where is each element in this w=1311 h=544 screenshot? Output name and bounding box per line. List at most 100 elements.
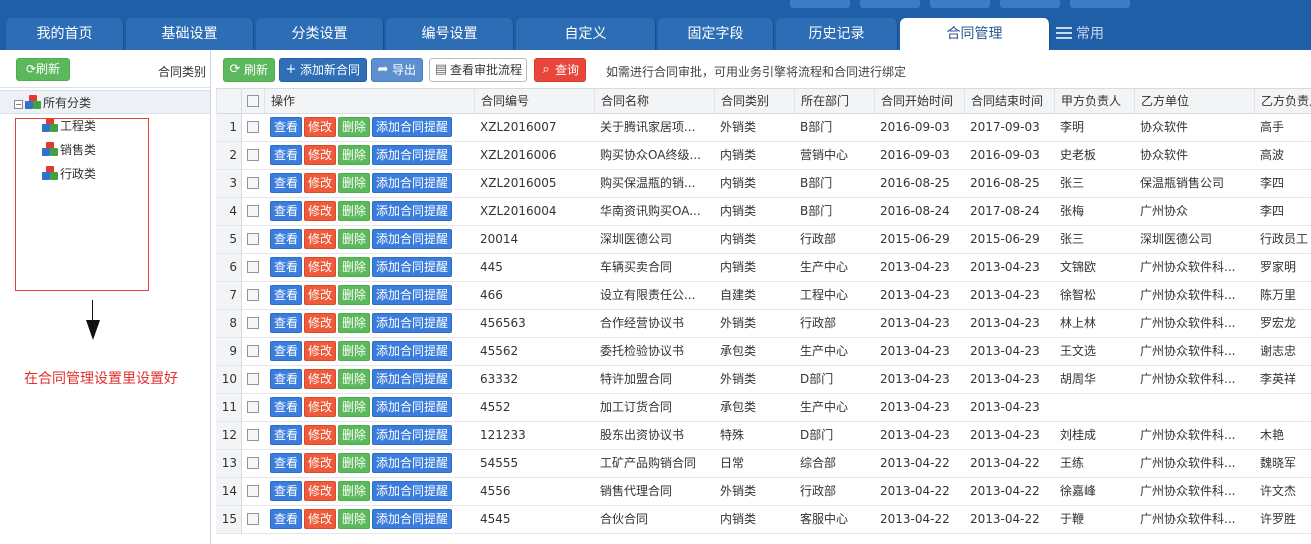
- add-reminder-button[interactable]: 添加合同提醒: [372, 285, 453, 305]
- view-button[interactable]: 查看: [270, 229, 303, 249]
- row-checkbox[interactable]: [247, 513, 259, 525]
- refresh-button[interactable]: ⟳ 刷新: [223, 58, 275, 82]
- row-checkbox[interactable]: [247, 121, 259, 133]
- view-button[interactable]: 查看: [270, 313, 303, 333]
- view-button[interactable]: 查看: [270, 481, 303, 501]
- tree-node-all[interactable]: − 所有分类: [0, 90, 210, 114]
- top-button-1[interactable]: [790, 0, 850, 8]
- query-button[interactable]: ⌕ 查询: [534, 58, 586, 82]
- delete-button[interactable]: 删除: [338, 257, 371, 277]
- add-reminder-button[interactable]: 添加合同提醒: [372, 117, 453, 137]
- edit-button[interactable]: 修改: [304, 201, 337, 221]
- tab-home[interactable]: 我的首页: [6, 18, 124, 50]
- table-row[interactable]: 9 查看 修改 删除 添加合同提醒 45562 委托检验协议书 承包类 生产中心 2013-04-…: [216, 338, 1311, 366]
- row-checkbox[interactable]: [247, 177, 259, 189]
- header-end[interactable]: 合同结束时间: [964, 89, 1054, 113]
- view-button[interactable]: 查看: [270, 201, 303, 221]
- top-button-4[interactable]: [1000, 0, 1060, 8]
- add-reminder-button[interactable]: 添加合同提醒: [372, 453, 453, 473]
- delete-button[interactable]: 删除: [338, 481, 371, 501]
- table-row[interactable]: 8 查看 修改 删除 添加合同提醒 456563 合作经营协议书 外销类 行政部 2013-04-…: [216, 310, 1311, 338]
- edit-button[interactable]: 修改: [304, 285, 337, 305]
- delete-button[interactable]: 删除: [338, 341, 371, 361]
- delete-button[interactable]: 删除: [338, 397, 371, 417]
- delete-button[interactable]: 删除: [338, 173, 371, 193]
- tab-contract-management[interactable]: 合同管理: [900, 18, 1050, 50]
- edit-button[interactable]: 修改: [304, 369, 337, 389]
- header-b-lead[interactable]: 乙方负责人: [1254, 89, 1311, 113]
- add-reminder-button[interactable]: 添加合同提醒: [372, 201, 453, 221]
- delete-button[interactable]: 删除: [338, 117, 371, 137]
- add-reminder-button[interactable]: 添加合同提醒: [372, 397, 453, 417]
- add-reminder-button[interactable]: 添加合同提醒: [372, 509, 453, 529]
- tab-history[interactable]: 历史记录: [776, 18, 898, 50]
- export-button[interactable]: ➦ 导出: [371, 58, 423, 82]
- top-button-3[interactable]: [930, 0, 990, 8]
- row-checkbox[interactable]: [247, 373, 259, 385]
- table-row[interactable]: 11 查看 修改 删除 添加合同提醒 4552 加工订货合同 承包类 生产中心 2013-04-2…: [216, 394, 1311, 422]
- row-checkbox[interactable]: [247, 457, 259, 469]
- row-checkbox[interactable]: [247, 261, 259, 273]
- row-checkbox[interactable]: [247, 289, 259, 301]
- row-checkbox[interactable]: [247, 401, 259, 413]
- tab-category-settings[interactable]: 分类设置: [256, 18, 384, 50]
- delete-button[interactable]: 删除: [338, 369, 371, 389]
- view-button[interactable]: 查看: [270, 341, 303, 361]
- top-button-2[interactable]: [860, 0, 920, 8]
- add-reminder-button[interactable]: 添加合同提醒: [372, 313, 453, 333]
- delete-button[interactable]: 删除: [338, 201, 371, 221]
- add-reminder-button[interactable]: 添加合同提醒: [372, 369, 453, 389]
- add-reminder-button[interactable]: 添加合同提醒: [372, 425, 453, 445]
- table-row[interactable]: 1 查看 修改 删除 添加合同提醒 XZL2016007 关于腾讯家居项... 外销类 B部门 2…: [216, 114, 1311, 142]
- table-row[interactable]: 7 查看 修改 删除 添加合同提醒 466 设立有限责任公... 自建类 工程中心 2013-04…: [216, 282, 1311, 310]
- add-reminder-button[interactable]: 添加合同提醒: [372, 341, 453, 361]
- edit-button[interactable]: 修改: [304, 397, 337, 417]
- view-button[interactable]: 查看: [270, 509, 303, 529]
- edit-button[interactable]: 修改: [304, 425, 337, 445]
- edit-button[interactable]: 修改: [304, 313, 337, 333]
- view-button[interactable]: 查看: [270, 285, 303, 305]
- table-row[interactable]: 4 查看 修改 删除 添加合同提醒 XZL2016004 华南资讯购买OA... 内销类 B部门…: [216, 198, 1311, 226]
- header-dept[interactable]: 所在部门: [794, 89, 874, 113]
- add-reminder-button[interactable]: 添加合同提醒: [372, 257, 453, 277]
- row-checkbox[interactable]: [247, 149, 259, 161]
- table-row[interactable]: 15 查看 修改 删除 添加合同提醒 4545 合伙合同 内销类 客服中心 2013-04-22 2…: [216, 506, 1311, 534]
- tab-custom[interactable]: 自定义: [516, 18, 656, 50]
- view-button[interactable]: 查看: [270, 145, 303, 165]
- edit-button[interactable]: 修改: [304, 117, 337, 137]
- header-start[interactable]: 合同开始时间: [874, 89, 964, 113]
- delete-button[interactable]: 删除: [338, 313, 371, 333]
- view-button[interactable]: 查看: [270, 257, 303, 277]
- table-row[interactable]: 12 查看 修改 删除 添加合同提醒 121233 股东出资协议书 特殊 D部门 2013-04-…: [216, 422, 1311, 450]
- table-row[interactable]: 5 查看 修改 删除 添加合同提醒 20014 深圳医德公司 内销类 行政部 2015-06-29…: [216, 226, 1311, 254]
- table-row[interactable]: 13 查看 修改 删除 添加合同提醒 54555 工矿产品购销合同 日常 综合部 2013-04-…: [216, 450, 1311, 478]
- row-checkbox[interactable]: [247, 317, 259, 329]
- row-checkbox[interactable]: [247, 345, 259, 357]
- edit-button[interactable]: 修改: [304, 229, 337, 249]
- add-reminder-button[interactable]: 添加合同提醒: [372, 229, 453, 249]
- table-row[interactable]: 6 查看 修改 删除 添加合同提醒 445 车辆买卖合同 内销类 生产中心 2013-04-23 2…: [216, 254, 1311, 282]
- edit-button[interactable]: 修改: [304, 145, 337, 165]
- header-b-unit[interactable]: 乙方单位: [1134, 89, 1254, 113]
- delete-button[interactable]: 删除: [338, 285, 371, 305]
- select-all-checkbox[interactable]: [247, 95, 259, 107]
- edit-button[interactable]: 修改: [304, 257, 337, 277]
- category-refresh-button[interactable]: ⟳刷新: [16, 58, 70, 81]
- tab-number-settings[interactable]: 编号设置: [386, 18, 514, 50]
- collapse-icon[interactable]: −: [14, 100, 23, 109]
- add-reminder-button[interactable]: 添加合同提醒: [372, 173, 453, 193]
- edit-button[interactable]: 修改: [304, 453, 337, 473]
- row-checkbox[interactable]: [247, 485, 259, 497]
- view-button[interactable]: 查看: [270, 453, 303, 473]
- delete-button[interactable]: 删除: [338, 425, 371, 445]
- delete-button[interactable]: 删除: [338, 509, 371, 529]
- view-button[interactable]: 查看: [270, 397, 303, 417]
- delete-button[interactable]: 删除: [338, 229, 371, 249]
- edit-button[interactable]: 修改: [304, 341, 337, 361]
- add-reminder-button[interactable]: 添加合同提醒: [372, 481, 453, 501]
- view-button[interactable]: 查看: [270, 173, 303, 193]
- view-flow-button[interactable]: ▤ 查看审批流程: [429, 58, 527, 82]
- tab-common[interactable]: 常用: [1052, 18, 1104, 50]
- edit-button[interactable]: 修改: [304, 173, 337, 193]
- tab-basic-settings[interactable]: 基础设置: [126, 18, 254, 50]
